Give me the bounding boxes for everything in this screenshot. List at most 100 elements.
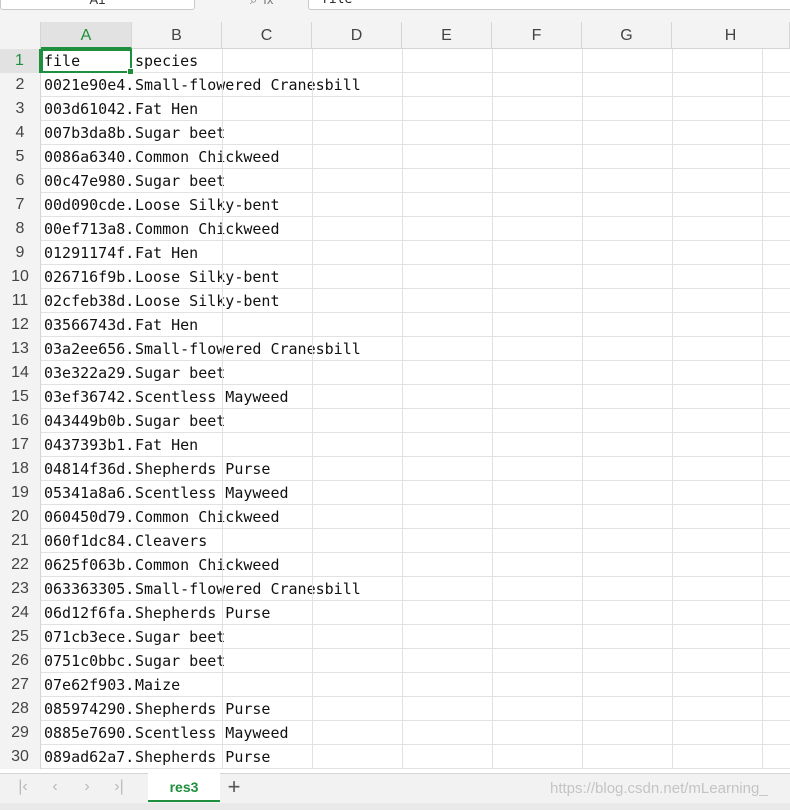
cell-file[interactable]: 063363305. — [41, 577, 132, 601]
row-header[interactable]: 18 — [0, 457, 41, 481]
cell-species[interactable]: Sugar beet — [132, 169, 790, 193]
add-sheet-icon[interactable]: + — [223, 775, 245, 801]
prev-sheet-icon[interactable]: ‹ — [46, 778, 64, 796]
row-header[interactable]: 8 — [0, 217, 41, 241]
first-sheet-icon[interactable]: |‹ — [14, 778, 32, 796]
row-header[interactable]: 20 — [0, 505, 41, 529]
cell-species[interactable]: Loose Silky-bent — [132, 193, 790, 217]
cell-file[interactable]: 03a2ee656. — [41, 337, 132, 361]
sheet-tab-res3[interactable]: res3 — [148, 773, 220, 802]
cell-species[interactable]: Scentless Mayweed — [132, 385, 790, 409]
row-header[interactable]: 12 — [0, 313, 41, 337]
cell-file[interactable]: 07e62f903. — [41, 673, 132, 697]
row-header[interactable]: 24 — [0, 601, 41, 625]
select-all-corner[interactable] — [0, 22, 41, 49]
cell-file[interactable]: 04814f36d. — [41, 457, 132, 481]
cell-species[interactable]: Fat Hen — [132, 433, 790, 457]
cell-species[interactable]: Common Chickweed — [132, 145, 790, 169]
row-header[interactable]: 11 — [0, 289, 41, 313]
cell-file[interactable]: 0625f063b. — [41, 553, 132, 577]
cell-species[interactable]: Small-flowered Cranesbill — [132, 337, 790, 361]
cell-file[interactable]: 071cb3ece. — [41, 625, 132, 649]
row-header[interactable]: 14 — [0, 361, 41, 385]
cell-species[interactable]: Fat Hen — [132, 97, 790, 121]
cell-species[interactable]: Common Chickweed — [132, 217, 790, 241]
cell-species[interactable]: Cleavers — [132, 529, 790, 553]
cell-species[interactable]: species — [132, 49, 790, 73]
column-header-g[interactable]: G — [582, 22, 672, 49]
next-sheet-icon[interactable]: › — [78, 778, 96, 796]
formula-input[interactable]: file — [308, 0, 790, 10]
row-header[interactable]: 16 — [0, 409, 41, 433]
cell-file[interactable]: file — [41, 49, 132, 73]
cell-file[interactable]: 00c47e980. — [41, 169, 132, 193]
cell-file[interactable]: 00ef713a8. — [41, 217, 132, 241]
row-header[interactable]: 10 — [0, 265, 41, 289]
row-header[interactable]: 15 — [0, 385, 41, 409]
row-header[interactable]: 9 — [0, 241, 41, 265]
cell-file[interactable]: 01291174f. — [41, 241, 132, 265]
row-header[interactable]: 2 — [0, 73, 41, 97]
cell-file[interactable]: 007b3da8b. — [41, 121, 132, 145]
cell-file[interactable]: 0021e90e4. — [41, 73, 132, 97]
cell-species[interactable]: Sugar beet — [132, 649, 790, 673]
column-header-c[interactable]: C — [222, 22, 312, 49]
cell-species[interactable]: Shepherds Purse — [132, 457, 790, 481]
cell-species[interactable]: Sugar beet — [132, 409, 790, 433]
row-header[interactable]: 13 — [0, 337, 41, 361]
row-header[interactable]: 27 — [0, 673, 41, 697]
cell-file[interactable]: 060f1dc84. — [41, 529, 132, 553]
cell-file[interactable]: 043449b0b. — [41, 409, 132, 433]
cell-species[interactable]: Sugar beet — [132, 625, 790, 649]
cell-species[interactable]: Sugar beet — [132, 121, 790, 145]
cell-file[interactable]: 03ef36742. — [41, 385, 132, 409]
row-header[interactable]: 17 — [0, 433, 41, 457]
cell-file[interactable]: 026716f9b. — [41, 265, 132, 289]
cell-species[interactable]: Common Chickweed — [132, 505, 790, 529]
column-header-e[interactable]: E — [402, 22, 492, 49]
row-header[interactable]: 7 — [0, 193, 41, 217]
column-header-a[interactable]: A — [41, 22, 132, 49]
cell-species[interactable]: Small-flowered Cranesbill — [132, 577, 790, 601]
row-header[interactable]: 4 — [0, 121, 41, 145]
cell-species[interactable]: Common Chickweed — [132, 553, 790, 577]
cell-file[interactable]: 003d61042. — [41, 97, 132, 121]
column-header-d[interactable]: D — [312, 22, 402, 49]
cell-species[interactable]: Shepherds Purse — [132, 601, 790, 625]
zoom-icon[interactable]: ⌕ — [250, 0, 257, 8]
function-icon[interactable]: fx — [263, 0, 273, 8]
column-header-b[interactable]: B — [132, 22, 222, 49]
row-header[interactable]: 6 — [0, 169, 41, 193]
cell-species[interactable]: Fat Hen — [132, 241, 790, 265]
cell-file[interactable]: 03566743d. — [41, 313, 132, 337]
cell-file[interactable]: 02cfeb38d. — [41, 289, 132, 313]
cell-file[interactable]: 089ad62a7. — [41, 745, 132, 769]
cell-file[interactable]: 0437393b1. — [41, 433, 132, 457]
cell-species[interactable]: Shepherds Purse — [132, 745, 790, 769]
row-header[interactable]: 3 — [0, 97, 41, 121]
cell-species[interactable]: Fat Hen — [132, 313, 790, 337]
row-header[interactable]: 26 — [0, 649, 41, 673]
column-header-f[interactable]: F — [492, 22, 582, 49]
cell-grid[interactable]: ABCDEFGH 1 file species 2 0021e90e4. Small-fl… — [0, 22, 790, 769]
name-box[interactable]: A1 — [0, 0, 195, 10]
last-sheet-icon[interactable]: ›| — [110, 778, 128, 796]
cell-file[interactable]: 06d12f6fa. — [41, 601, 132, 625]
cell-file[interactable]: 00d090cde. — [41, 193, 132, 217]
cell-species[interactable]: Shepherds Purse — [132, 697, 790, 721]
cell-species[interactable]: Small-flowered Cranesbill — [132, 73, 790, 97]
cell-file[interactable]: 0086a6340. — [41, 145, 132, 169]
cell-species[interactable]: Scentless Mayweed — [132, 481, 790, 505]
row-header[interactable]: 21 — [0, 529, 41, 553]
row-header[interactable]: 25 — [0, 625, 41, 649]
cell-file[interactable]: 03e322a29. — [41, 361, 132, 385]
row-header[interactable]: 1 — [0, 49, 41, 73]
cell-file[interactable]: 0885e7690. — [41, 721, 132, 745]
row-header[interactable]: 23 — [0, 577, 41, 601]
column-header-h[interactable]: H — [672, 22, 790, 49]
row-header[interactable]: 5 — [0, 145, 41, 169]
cell-file[interactable]: 0751c0bbc. — [41, 649, 132, 673]
row-header[interactable]: 29 — [0, 721, 41, 745]
cell-species[interactable]: Sugar beet — [132, 361, 790, 385]
cell-species[interactable]: Loose Silky-bent — [132, 265, 790, 289]
